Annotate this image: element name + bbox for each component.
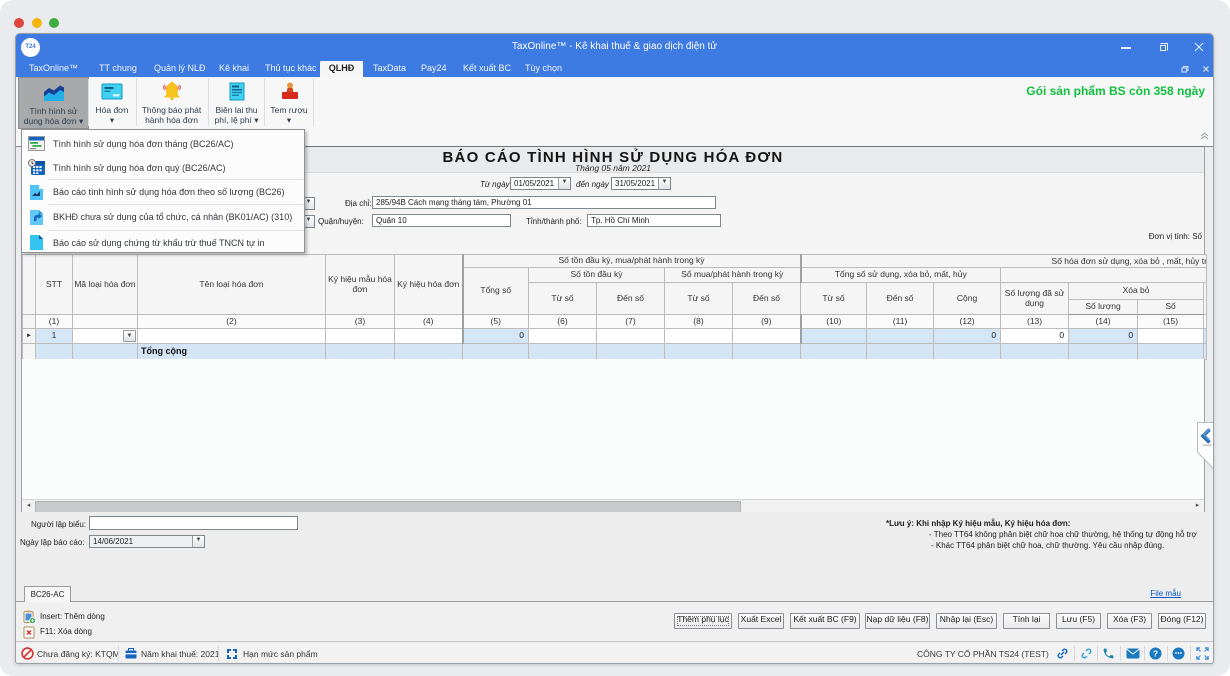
svg-text:?: ? [1153,648,1158,658]
